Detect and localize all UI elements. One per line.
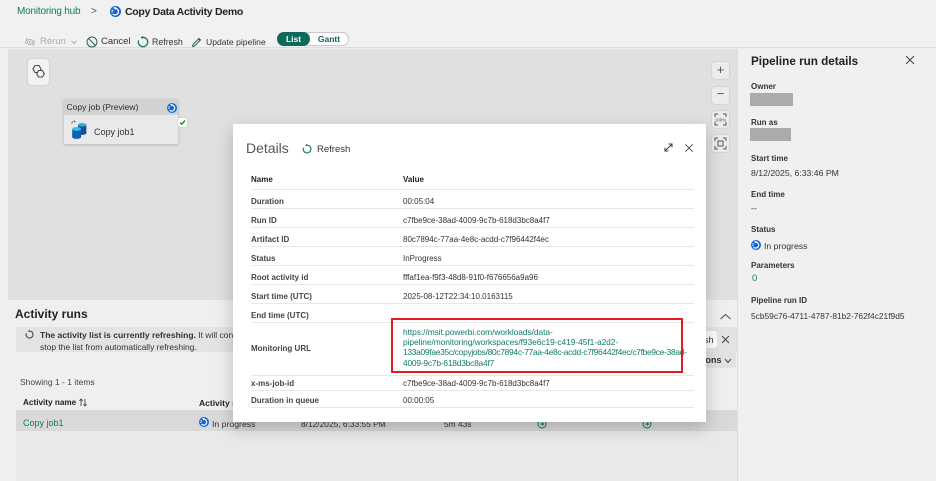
svg-text:100%: 100% — [715, 118, 727, 123]
